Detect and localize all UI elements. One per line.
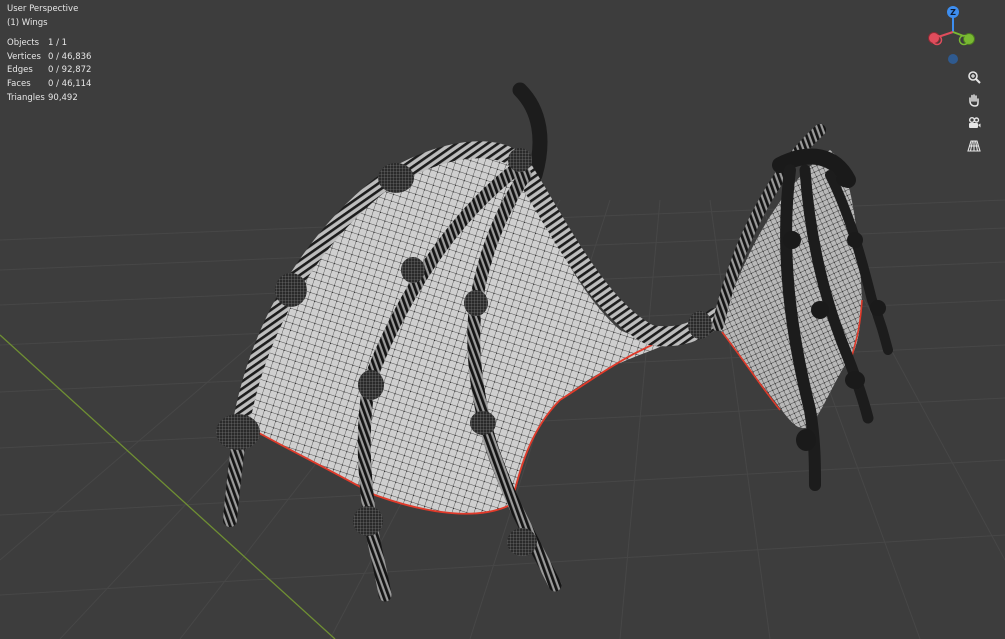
gizmo-z-label: Z [950, 8, 956, 17]
stat-row-faces: Faces 0 / 46,114 [7, 78, 91, 92]
perspective-toggle-button[interactable] [964, 136, 984, 156]
stat-row-edges: Edges 0 / 92,872 [7, 64, 91, 78]
camera-view-button[interactable] [964, 113, 984, 133]
stat-value: 1 / 1 [48, 38, 68, 49]
3d-viewport[interactable]: User Perspective (1) Wings Objects 1 / 1… [0, 0, 1005, 639]
stat-row-objects: Objects 1 / 1 [7, 37, 91, 51]
stat-value: 0 / 92,872 [48, 65, 92, 76]
viewport-scene[interactable] [0, 0, 1005, 639]
gizmo-neg-z-handle[interactable] [948, 54, 958, 64]
left-wing-mesh[interactable] [216, 82, 725, 602]
hand-pan-icon [969, 94, 979, 107]
right-wing-mesh[interactable] [712, 124, 893, 491]
stat-value: 90,492 [48, 92, 78, 103]
stat-label: Edges [7, 65, 33, 76]
navigation-gizmo[interactable]: Z [918, 4, 988, 70]
stat-value: 0 / 46,836 [48, 51, 92, 62]
zoom-button[interactable] [964, 67, 984, 87]
stat-label: Faces [7, 78, 31, 89]
gizmo-x-handle[interactable] [928, 32, 940, 44]
stat-value: 0 / 46,114 [48, 78, 92, 89]
stat-label: Triangles [7, 92, 45, 103]
camera-icon [969, 117, 981, 128]
stat-row-triangles: Triangles 90,492 [7, 92, 91, 106]
zoom-icon [968, 71, 981, 84]
stat-row-vertices: Vertices 0 / 46,836 [7, 51, 91, 65]
grid-perspective-icon [967, 140, 981, 152]
stat-label: Objects [7, 38, 40, 49]
pan-button[interactable] [964, 90, 984, 110]
active-object-label: (1) Wings [7, 17, 48, 28]
viewport-info-overlay: User Perspective (1) Wings Objects 1 / 1… [7, 3, 91, 105]
view-perspective-label: User Perspective [7, 4, 79, 14]
stat-label: Vertices [7, 51, 41, 62]
